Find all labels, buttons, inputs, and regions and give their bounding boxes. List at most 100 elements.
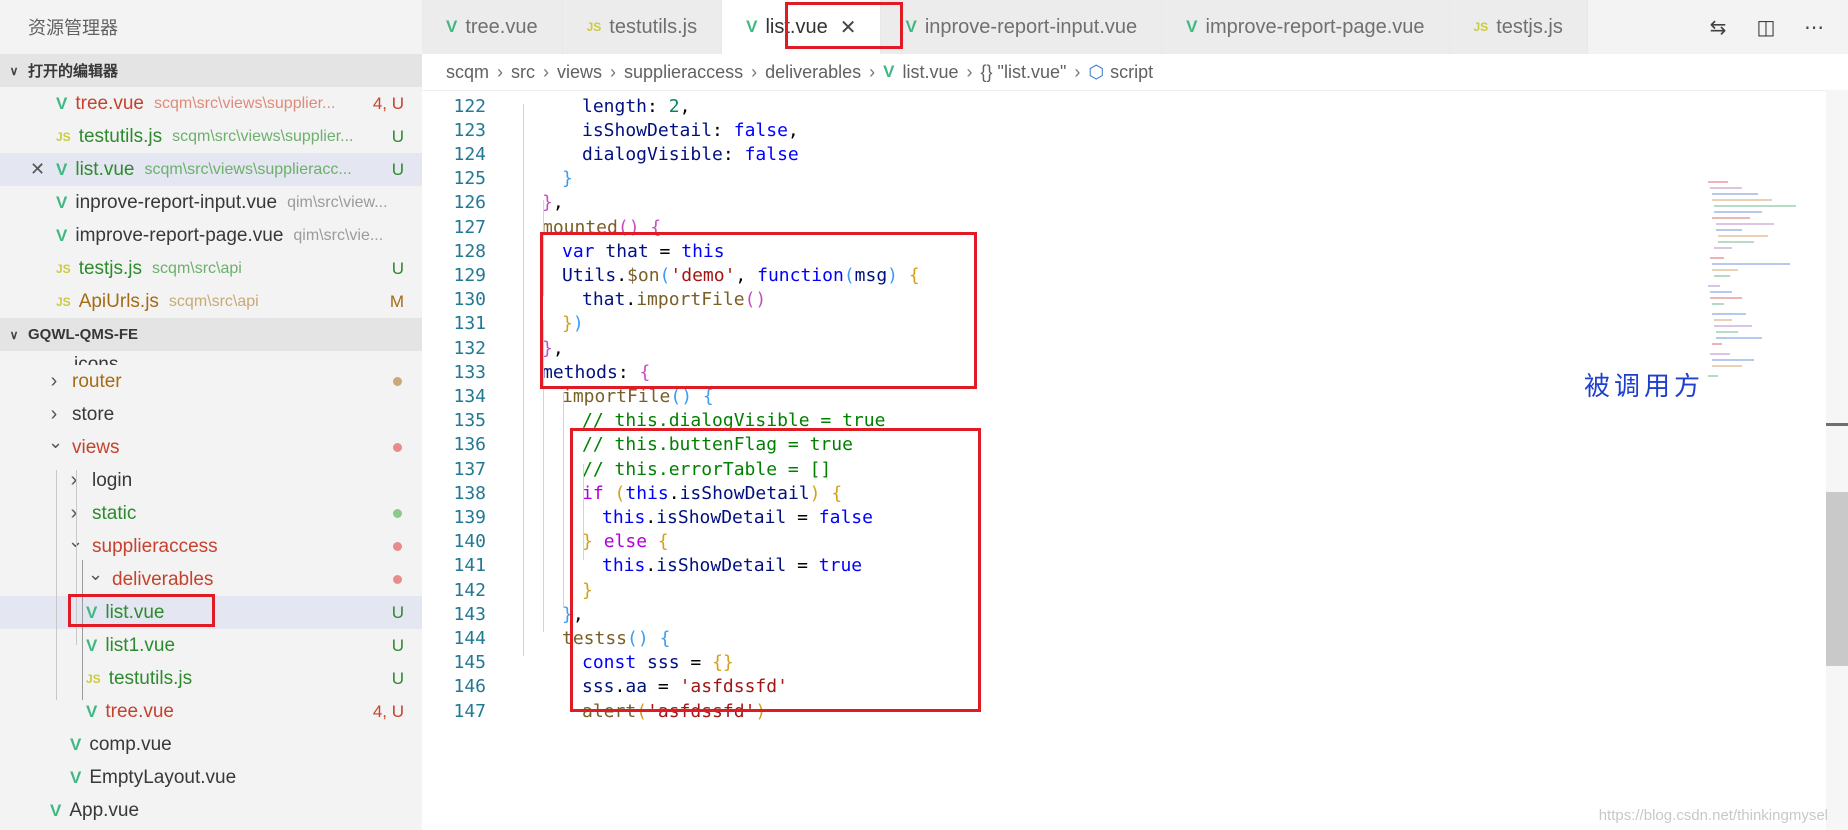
code-token: {: [639, 361, 651, 383]
modified-dot-icon: [393, 575, 402, 584]
tree-item-label: login: [92, 469, 133, 491]
breadcrumb-item[interactable]: src: [511, 62, 535, 83]
code-token: .: [614, 676, 626, 698]
tree-item-partial[interactable]: icons: [0, 351, 422, 365]
chevron-right-icon: ›: [869, 61, 876, 82]
tree-item[interactable]: › router: [0, 365, 422, 398]
git-status-badge: 4, U: [372, 701, 404, 721]
breadcrumb-item[interactable]: supplieraccess: [624, 62, 743, 83]
breadcrumb-item[interactable]: script: [1110, 62, 1153, 83]
tree-item[interactable]: › login: [0, 464, 422, 497]
code-token: =: [786, 506, 819, 528]
vue-icon: V: [1186, 17, 1198, 36]
code-token: }: [562, 313, 573, 335]
code-editor[interactable]: 122 length: 2, 123 isShowDetail: false, 124 d…: [422, 90, 1848, 830]
scrollbar-thumb[interactable]: [1826, 492, 1848, 666]
tree-item[interactable]: JS testutils.js U: [0, 662, 422, 695]
tree-item[interactable]: ⌄ views: [0, 431, 422, 464]
open-editor-item[interactable]: JS testjs.js scqm\src\api U: [0, 252, 422, 285]
vue-icon: V: [70, 767, 82, 787]
code-token: // this.errorTable = []: [582, 458, 832, 480]
breadcrumb-item[interactable]: deliverables: [765, 62, 861, 83]
tree-item-label: store: [72, 403, 115, 425]
code-token: 2: [668, 95, 680, 117]
tree-item-label: EmptyLayout.vue: [89, 766, 237, 788]
tree-item[interactable]: ⌄ supplieraccess: [0, 530, 422, 563]
line-number: 145: [453, 652, 486, 674]
code-text: const sss = {}: [582, 652, 734, 673]
minimap[interactable]: [1702, 178, 1822, 408]
open-editor-item[interactable]: Vtree.vue scqm\src\views\supplier... 4, U: [0, 87, 422, 120]
git-status-badge: M: [389, 291, 404, 311]
code-token: (): [617, 216, 640, 238]
code-token: {: [908, 264, 920, 286]
chevron-right-icon: ›: [543, 61, 550, 82]
close-icon[interactable]: ✕: [30, 159, 45, 180]
breadcrumb-item[interactable]: scqm: [446, 62, 489, 83]
code-token: (: [614, 482, 626, 504]
js-icon: JS: [56, 294, 71, 309]
chevron-right-icon: ›: [751, 61, 758, 82]
tree-item[interactable]: › static: [0, 497, 422, 530]
compare-changes-icon[interactable]: ⇆: [1694, 15, 1742, 39]
open-editor-item[interactable]: Vinprove-report-input.vue qim\src\view...: [0, 186, 422, 219]
tab-inprove-report-input-vue[interactable]: Vinprove-report-input.vue: [881, 0, 1163, 54]
close-icon[interactable]: ✕: [840, 15, 857, 40]
code-token: .: [625, 289, 637, 311]
tab-list-vue[interactable]: Vlist.vue ✕: [722, 0, 882, 54]
line-number: 136: [453, 434, 486, 456]
code-token: // this.dialogVisible = true: [582, 410, 886, 432]
tree-item[interactable]: ⌄ deliverables: [0, 563, 422, 596]
tab-tree-vue[interactable]: Vtree.vue: [422, 0, 563, 54]
indent-guide: [583, 512, 584, 560]
modified-dot-icon: [393, 443, 402, 452]
code-token: ,: [552, 192, 564, 214]
code-token: :: [722, 143, 745, 165]
tab-testutils-js[interactable]: JS testutils.js: [562, 0, 723, 54]
code-token: ): [809, 482, 821, 504]
open-editor-item[interactable]: JS ApiUrls.js scqm\src\api M: [0, 285, 422, 318]
open-editor-item[interactable]: JS testutils.js scqm\src\views\supplier...…: [0, 120, 422, 153]
git-status-badge: U: [391, 635, 404, 655]
breadcrumb-item[interactable]: views: [557, 62, 602, 83]
code-text: } else {: [582, 531, 669, 552]
indent-guide: [523, 104, 524, 656]
git-status-badge: 4, U: [372, 93, 404, 113]
tab-improve-report-page-vue[interactable]: Vimprove-report-page.vue: [1162, 0, 1450, 54]
code-token: (): [744, 289, 767, 311]
code-text: sss.aa = 'asfdssfd': [582, 676, 788, 697]
split-editor-icon[interactable]: ◫: [1742, 15, 1790, 39]
tree-item[interactable]: V EmptyLayout.vue: [0, 761, 422, 794]
code-token: 'demo': [670, 264, 736, 286]
breadcrumb-item[interactable]: list.vue: [903, 62, 959, 83]
code-token: ): [755, 700, 767, 722]
more-actions-icon[interactable]: ⋯: [1790, 15, 1838, 39]
code-text: alert('asfdssfd'): [582, 701, 766, 722]
tree-item[interactable]: Vlist1.vue U: [0, 629, 422, 662]
vertical-scrollbar[interactable]: [1826, 90, 1848, 830]
tree-item[interactable]: Vtree.vue 4, U: [0, 695, 422, 728]
tree-item[interactable]: V App.vue: [0, 794, 422, 827]
tree-item[interactable]: › store: [0, 398, 422, 431]
code-text: dialogVisible: false: [582, 144, 799, 165]
tree-item[interactable]: Vcomp.vue: [0, 728, 422, 761]
tree-item-label: App.vue: [69, 799, 140, 821]
project-header[interactable]: ∨ GQWL-QMS-FE: [0, 318, 422, 351]
code-token: that: [605, 240, 649, 262]
tree-item[interactable]: Vlist.vue U: [0, 596, 422, 629]
vue-icon: V: [905, 17, 917, 36]
code-token: :: [712, 119, 734, 141]
chevron-right-icon: ›: [50, 370, 58, 392]
open-editor-name: list.vue: [75, 158, 135, 180]
cube-icon: ⬡: [1088, 61, 1105, 82]
tab-testjs-js[interactable]: JS testjs.js: [1449, 0, 1588, 54]
code-token: ,: [787, 119, 799, 141]
open-editor-item[interactable]: ✕ Vlist.vue scqm\src\views\supplieracc... U: [0, 153, 422, 186]
vue-icon: V: [883, 62, 895, 81]
code-text: // this.buttenFlag = true: [582, 434, 853, 455]
open-editor-item[interactable]: Vimprove-report-page.vue qim\src\vie...: [0, 219, 422, 252]
breadcrumb-item[interactable]: {} "list.vue": [981, 62, 1067, 83]
code-token: aa: [625, 676, 648, 698]
open-editors-header[interactable]: ∨ 打开的编辑器: [0, 54, 422, 87]
